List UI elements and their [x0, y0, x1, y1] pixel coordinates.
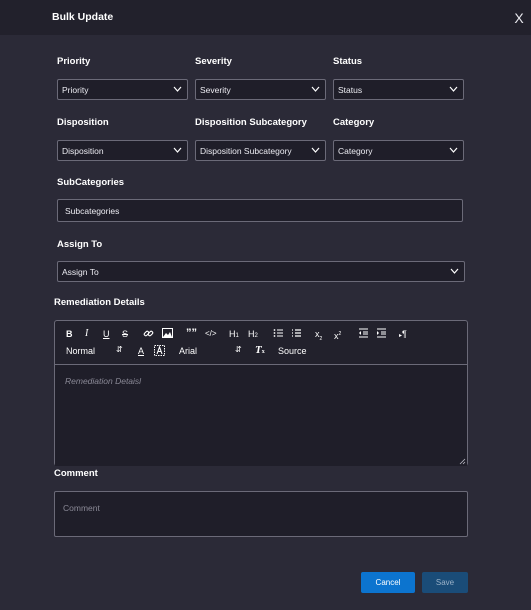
priority-value: Priority — [62, 85, 89, 95]
ordered-list-button[interactable] — [273, 328, 284, 341]
disposition-subcategory-value: Disposition Subcategory — [200, 146, 292, 156]
assign-to-select[interactable]: Assign To — [57, 261, 465, 282]
close-button[interactable]: X — [512, 10, 526, 26]
blockquote-button[interactable]: ”” — [186, 327, 197, 339]
cancel-button[interactable]: Cancel — [361, 572, 415, 593]
outdent-icon — [359, 328, 368, 338]
font-value: Arial — [179, 346, 198, 356]
chevron-down-icon — [173, 86, 182, 92]
h2-button[interactable]: H2 — [248, 328, 258, 342]
h2-sub: 2 — [254, 333, 258, 339]
link-icon — [143, 330, 154, 337]
indent-button[interactable] — [376, 328, 387, 341]
chevron-down-icon — [449, 86, 458, 92]
bullet-list-button[interactable] — [291, 328, 302, 341]
status-value: Status — [338, 85, 363, 95]
format-value: Normal — [66, 346, 96, 356]
clear-format-text: T — [255, 344, 262, 356]
format-select[interactable]: Normal — [66, 345, 95, 357]
assign-to-label: Assign To — [57, 239, 103, 250]
h1-button[interactable]: H1 — [229, 328, 239, 342]
image-icon — [162, 328, 173, 338]
chevron-down-icon — [449, 147, 458, 153]
disposition-value: Disposition — [62, 146, 104, 156]
bold-button[interactable]: B — [66, 328, 73, 340]
superscript-mark: 2 — [338, 331, 342, 337]
comment-placeholder: Comment — [63, 503, 100, 513]
severity-select[interactable]: Severity — [195, 79, 326, 100]
disposition-subcategory-label: Disposition Subcategory — [195, 117, 307, 128]
outdent-button[interactable] — [358, 328, 369, 341]
resize-handle-icon[interactable] — [459, 458, 466, 465]
subcategories-placeholder: Subcategories — [65, 206, 120, 216]
format-select-arrows[interactable]: ⇵ — [116, 344, 123, 356]
remediation-label: Remediation Details — [54, 297, 145, 308]
highlight-icon — [154, 345, 165, 356]
superscript-button[interactable]: x2 — [334, 328, 341, 342]
code-button[interactable]: </> — [205, 328, 217, 340]
source-button[interactable]: Source — [278, 345, 307, 357]
save-button[interactable]: Save — [422, 572, 468, 593]
image-button[interactable] — [162, 328, 173, 341]
disposition-label: Disposition — [57, 117, 109, 128]
priority-label: Priority — [57, 56, 91, 67]
severity-label: Severity — [195, 56, 232, 67]
priority-select[interactable]: Priority — [57, 79, 188, 100]
comment-label: Comment — [54, 468, 98, 479]
disposition-subcategory-select[interactable]: Disposition Subcategory — [195, 140, 326, 161]
highlight-button[interactable] — [154, 345, 165, 359]
status-select[interactable]: Status — [333, 79, 464, 100]
italic-button[interactable]: I — [85, 328, 88, 340]
ordered-list-icon — [273, 329, 283, 337]
chevron-down-icon — [311, 147, 320, 153]
assign-to-value: Assign To — [62, 267, 99, 277]
status-label: Status — [333, 56, 363, 67]
direction-button[interactable]: ▸¶ — [399, 328, 407, 342]
font-select[interactable]: Arial — [179, 345, 197, 357]
dialog-title: Bulk Update — [52, 11, 114, 23]
h1-sub: 1 — [235, 333, 239, 339]
category-label: Category — [333, 117, 375, 128]
subcategories-input[interactable]: Subcategories — [57, 199, 463, 222]
chevron-down-icon — [311, 86, 320, 92]
subcategories-label: SubCategories — [57, 177, 125, 188]
remediation-editor: B I U S ”” </> H1 H2 x2 x2 ▸¶ Normal ⇵ A — [54, 320, 468, 466]
underline-button[interactable]: U — [103, 328, 110, 340]
chevron-down-icon — [173, 147, 182, 153]
text-color-button[interactable]: A — [138, 345, 144, 357]
indent-icon — [377, 328, 386, 338]
category-select[interactable]: Category — [333, 140, 464, 161]
direction-text: ¶ — [402, 329, 407, 339]
dialog-header: Bulk Update X — [0, 0, 531, 35]
chevron-down-icon — [450, 268, 459, 274]
remediation-textarea[interactable]: Remediation Detaisl — [55, 364, 467, 466]
font-select-arrows[interactable]: ⇵ — [235, 344, 242, 356]
comment-textarea[interactable]: Comment — [54, 491, 468, 537]
clear-format-button[interactable]: Tx — [255, 344, 265, 358]
severity-value: Severity — [200, 85, 231, 95]
link-button[interactable] — [143, 328, 154, 342]
editor-toolbar: B I U S ”” </> H1 H2 x2 x2 ▸¶ Normal ⇵ A — [55, 321, 467, 363]
remediation-placeholder: Remediation Detaisl — [65, 376, 142, 386]
subscript-mark: 2 — [319, 335, 323, 342]
clear-format-x: x — [261, 349, 265, 355]
strike-button[interactable]: S — [122, 328, 128, 340]
category-value: Category — [338, 146, 373, 156]
disposition-select[interactable]: Disposition — [57, 140, 188, 161]
bullet-list-icon — [292, 329, 301, 337]
subscript-button[interactable]: x2 — [315, 328, 322, 345]
